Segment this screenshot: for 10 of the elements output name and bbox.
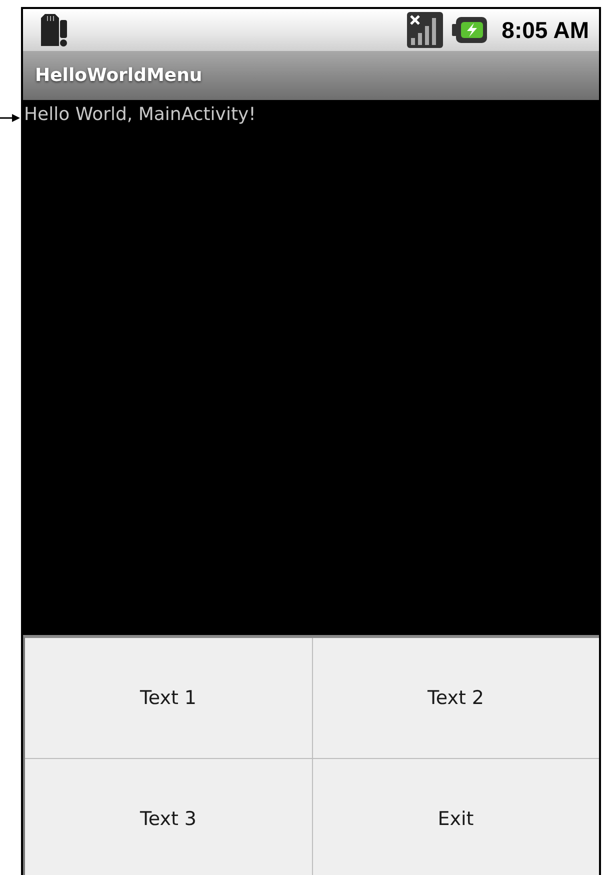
battery-charging-icon [452, 15, 488, 45]
menu-item[interactable]: Text 2 [312, 638, 599, 758]
app-title: HelloWorldMenu [35, 65, 202, 86]
hello-text: Hello World, MainActivity! [24, 104, 256, 125]
signal-icon [406, 11, 444, 49]
sd-card-alert-icon [39, 12, 69, 48]
menu-item[interactable]: Text 3 [25, 759, 312, 875]
status-time: 8:05 AM [502, 16, 589, 44]
menu-item[interactable]: Text 1 [25, 638, 312, 758]
menu-item[interactable]: Exit [312, 759, 599, 875]
